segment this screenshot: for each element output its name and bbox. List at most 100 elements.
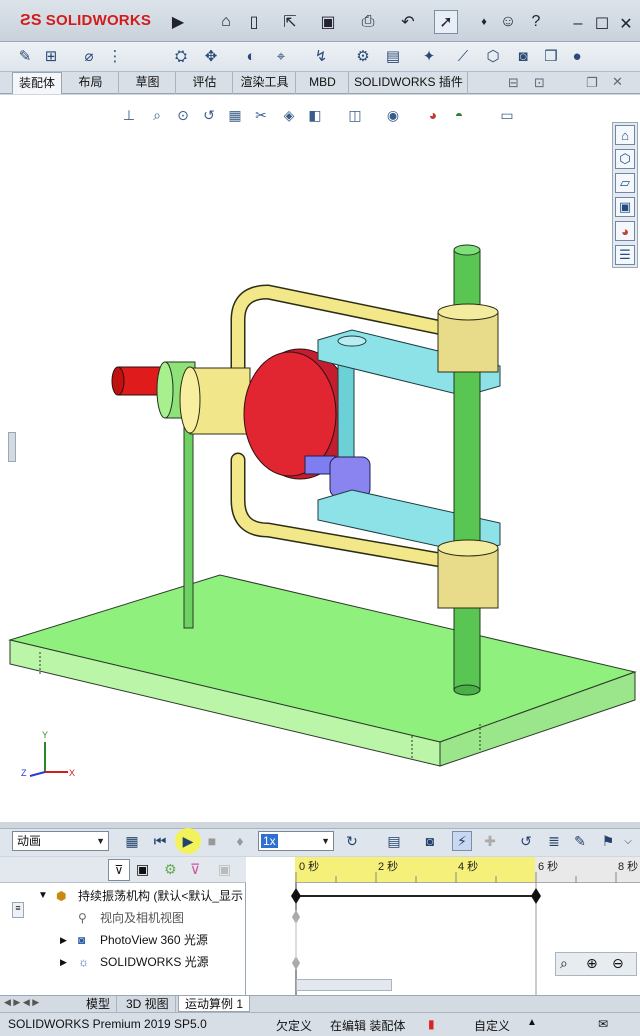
time-slider-icon[interactable]: ♦ [230,831,250,851]
save-icon[interactable]: ▣ [316,10,340,34]
filter-results-icon[interactable]: ▣ [218,861,231,878]
help-icon[interactable]: ? [524,10,548,34]
playback-mode-icon[interactable]: ↻ [342,831,362,851]
file-explorer-icon[interactable]: ▱ [615,173,635,193]
move-component-icon[interactable]: ✥ [200,45,222,67]
edit-appearance-icon[interactable]: ◉ [382,104,404,126]
tree-item-photoview-lights[interactable]: PhotoView 360 光源 [100,930,208,950]
tab-solidworks-addins[interactable]: SOLIDWORKS 插件 [350,72,468,94]
key-point-end[interactable] [531,888,541,904]
instant3d-icon[interactable]: ⟋ [452,45,474,67]
select-pointer-icon[interactable]: ➚ [434,10,458,34]
tree-root-expander-icon[interactable]: ▼ [38,886,48,906]
gravity-icon[interactable]: ⚑ [598,831,618,851]
new-motion-study-icon[interactable]: ⚙ [352,45,374,67]
large-assembly-icon[interactable]: ❒ [540,45,562,67]
rebuild-icon[interactable]: ♦ [472,10,496,34]
status-units[interactable]: 自定义 [474,1017,510,1034]
zoom-to-fit-icon[interactable]: ⌕ [146,104,168,126]
home-icon[interactable]: ⌂ [214,10,238,34]
tab-evaluate[interactable]: 评估 [177,72,233,94]
tree-item-solidworks-lights[interactable]: SOLIDWORKS 光源 [100,952,209,972]
dynamic-annotation-icon[interactable]: ✂ [250,104,272,126]
apply-scene-icon[interactable]: ◕ [422,104,444,126]
reference-geometry-icon[interactable]: ↯ [310,45,332,67]
tree-root-assembly[interactable]: 持续振荡机构 (默认<默认_显示 [78,886,246,906]
view-settings-icon[interactable]: ◓ [448,104,470,126]
tab-assembly[interactable]: 装配体 [12,72,62,94]
smart-fasteners-icon[interactable]: ⛭ [170,45,192,67]
display-style-icon[interactable]: ◧ [304,104,326,126]
contact-icon[interactable]: ✎ [570,831,590,851]
minimize-icon[interactable]: – [566,12,590,36]
tab-3d-views[interactable]: 3D 视图 [120,996,176,1012]
stop-icon[interactable]: ■ [202,831,222,851]
render-globe-icon[interactable]: ● [566,45,588,67]
tab-motion-study-1[interactable]: 运动算例 1 [178,996,251,1012]
tab-layout[interactable]: 布局 [63,72,119,94]
maximize-icon[interactable]: ☐ [590,12,614,36]
autokey-icon[interactable]: ⚡ [452,831,472,851]
assembly-model-view[interactable] [0,95,640,822]
exploded-view-icon[interactable]: ✦ [418,45,440,67]
filter-selected-icon[interactable]: ⊽ [190,861,200,878]
tab-mbd[interactable]: MBD [297,72,349,94]
mate-icon[interactable]: ⌀ [78,45,100,67]
timeline-scrollbar[interactable] [296,979,392,991]
spring-icon[interactable]: ≣ [544,831,564,851]
appearances-scenes-icon[interactable]: ◕ [615,221,635,241]
take-snapshot-icon[interactable]: ◙ [512,45,534,67]
undo-icon[interactable]: ↶ [396,10,420,34]
view-orientation-icon[interactable]: ◈ [278,104,300,126]
units-chevron-up-icon[interactable]: ▲ [527,1017,537,1028]
base-plate[interactable] [8,574,637,767]
expander-icon[interactable]: ▶ [60,952,67,972]
filter-animated-icon[interactable]: ▣ [136,861,149,878]
calculate-icon[interactable]: ▦ [122,831,142,851]
expander-icon[interactable]: ▶ [60,930,67,950]
custom-properties-icon[interactable]: ☰ [615,245,635,265]
more-chevron-icon[interactable]: ⌵ [618,831,638,851]
restore-window-icon[interactable]: ❐ [586,75,598,91]
assembly-features-icon[interactable]: ⌖ [270,45,292,67]
new-document-icon[interactable]: ▯ [242,10,266,34]
key-point-start[interactable] [291,888,301,904]
section-view-icon[interactable]: ▦ [224,104,246,126]
view-palette-icon[interactable]: ▣ [615,197,635,217]
tree-item-view-camera[interactable]: 视向及相机视图 [100,908,184,928]
zoom-in-icon[interactable]: ⊕ [586,955,598,972]
tab-sketch[interactable]: 草图 [120,72,176,94]
tab-render-tools[interactable]: 渲染工具 [234,72,296,94]
display-monitor-icon[interactable]: ▭ [496,104,518,126]
rebuild-status-icon[interactable]: ▮ [428,1017,435,1031]
lower-bearing[interactable] [437,539,499,609]
motor-icon[interactable]: ↺ [516,831,536,851]
panel-collapse-handle[interactable] [8,432,16,462]
open-folder-icon[interactable]: ⇱ [278,10,302,34]
tab-model[interactable]: 模型 [80,996,118,1012]
view-orientation-triad-icon[interactable]: ⊥ [118,104,140,126]
expand-window-icon[interactable]: ⊡ [534,75,545,91]
study-type-select[interactable]: 动画 ▼ [12,831,109,851]
tree-scroll-handle[interactable]: ≡ [12,902,24,918]
filter-icon[interactable]: ⊽ [108,859,130,881]
linear-pattern-icon[interactable]: ⋮ [104,45,126,67]
update-speedpak-icon[interactable]: ⬡ [482,45,504,67]
design-library-icon[interactable]: ⬡ [615,149,635,169]
show-hidden-icon[interactable]: ◐ [240,45,262,67]
insert-component-icon[interactable]: ⊞ [40,45,62,67]
play-from-start-icon[interactable]: ⏮ [150,831,170,851]
animation-wizard-icon[interactable]: ◙ [420,831,440,851]
user-icon[interactable]: ☺ [496,10,520,34]
zoom-to-fit-icon[interactable]: ⌕ [560,955,568,972]
upper-bearing[interactable] [437,303,499,373]
solidworks-logo[interactable]: ƧS SOLIDWORKS [20,12,151,30]
tile-window-icon[interactable]: ⊟ [508,75,519,91]
close-icon[interactable]: ✕ [614,12,638,36]
hide-show-items-icon[interactable]: ◫ [344,104,366,126]
edit-component-icon[interactable]: ✎ [14,45,36,67]
playback-speed-select[interactable]: 1x ▼ [258,831,334,851]
quick-tips-icon[interactable]: ✉ [598,1017,608,1031]
save-animation-icon[interactable]: ▤ [384,831,404,851]
zoom-to-area-icon[interactable]: ⊙ [172,104,194,126]
